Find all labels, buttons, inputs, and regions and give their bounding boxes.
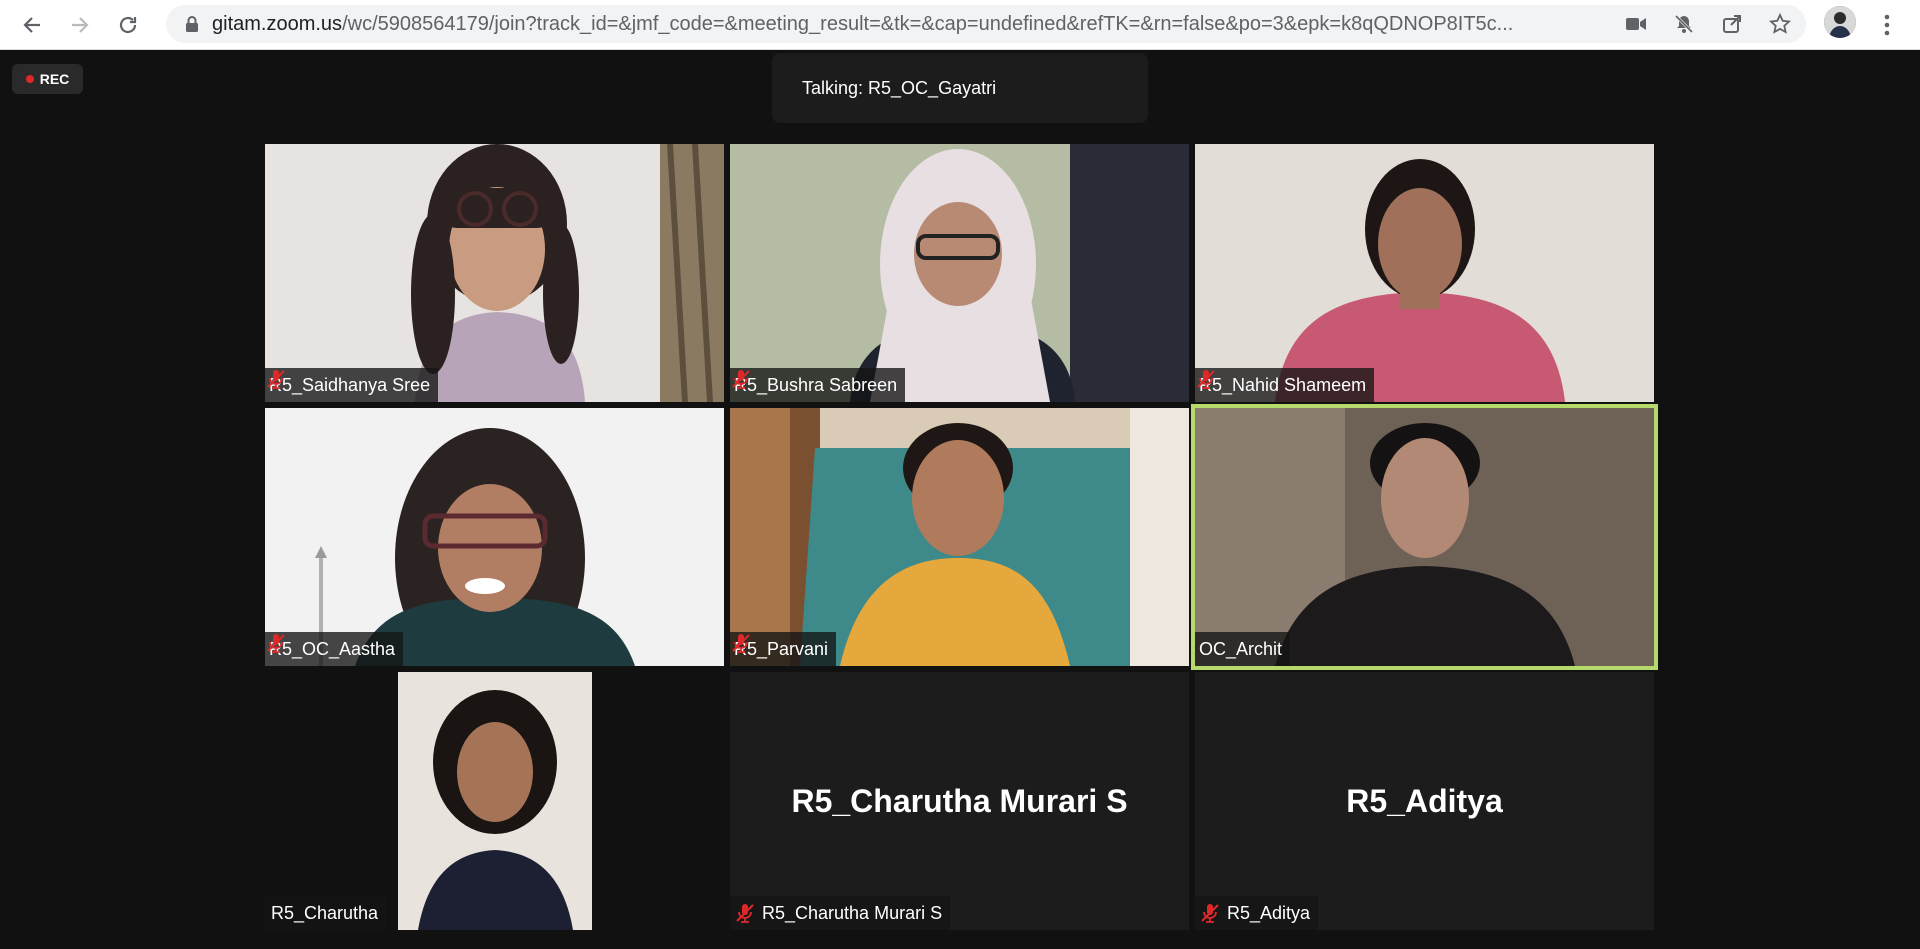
video-tile[interactable]: R5_Saidhanya Sree (265, 144, 724, 402)
participant-video (1195, 408, 1654, 666)
video-tile-video-off[interactable]: R5_Charutha Murari S R5_Charutha Murari … (730, 672, 1189, 930)
url-host: gitam.zoom.us (212, 13, 343, 35)
participant-name-tag: R5_Charutha Murari S (730, 896, 951, 930)
video-tile-video-off[interactable]: R5_Aditya R5_Aditya (1195, 672, 1654, 930)
reload-icon (119, 16, 137, 34)
star-icon[interactable] (1768, 12, 1792, 36)
participant-display-name: R5_Charutha Murari S (791, 782, 1128, 819)
participant-video (265, 408, 724, 666)
participant-name: R5_Saidhanya Sree (269, 375, 431, 395)
talking-text: Talking: R5_OC_Gayatri (802, 77, 997, 98)
video-tile[interactable]: R5_OC_Aastha (265, 408, 724, 666)
participant-name-tag: R5_Nahid Shameem (1195, 368, 1375, 402)
participant-video (398, 672, 592, 930)
video-tile[interactable]: R5_Charutha (265, 672, 724, 930)
participant-name: R5_Charutha (271, 903, 379, 923)
talking-indicator: Talking: R5_OC_Gayatri (772, 53, 1148, 123)
participant-name-tag: R5_Bushra Sabreen (730, 368, 906, 402)
forward-button[interactable] (64, 9, 96, 41)
participant-name-tag: OC_Archit (1195, 632, 1291, 666)
participant-video (730, 144, 1189, 402)
participant-name-tag: R5_OC_Aastha (265, 632, 404, 666)
menu-icon[interactable] (1876, 9, 1898, 41)
participant-video (730, 408, 1189, 666)
participant-video (1195, 144, 1654, 402)
video-tile[interactable]: R5_Parvani (730, 408, 1189, 666)
browser-toolbar: gitam.zoom.us/wc/5908564179/join?track_i… (0, 0, 1920, 50)
muted-mic-icon (267, 370, 285, 389)
participant-video (265, 144, 724, 402)
back-button[interactable] (16, 9, 48, 41)
muted-mic-icon (1197, 370, 1215, 389)
participant-name-tag: R5_Parvani (730, 632, 837, 666)
recording-indicator: REC (12, 64, 83, 94)
participant-name: R5_Nahid Shameem (1199, 375, 1367, 395)
participant-display-name: R5_Aditya (1346, 782, 1503, 819)
address-bar[interactable]: gitam.zoom.us/wc/5908564179/join?track_i… (166, 5, 1806, 43)
arrow-left-icon (23, 17, 40, 33)
participant-name-tag: R5_Saidhanya Sree (265, 368, 439, 402)
arrow-right-icon (72, 17, 89, 33)
participant-name-tag: R5_Charutha (265, 896, 387, 930)
participant-name-tag: R5_Aditya (1195, 896, 1319, 930)
participant-name: OC_Archit (1199, 639, 1283, 659)
video-tile-active-speaker[interactable]: OC_Archit (1191, 404, 1658, 670)
muted-mic-icon (732, 634, 750, 653)
record-dot-icon (25, 75, 34, 83)
share-icon[interactable] (1720, 12, 1744, 36)
url-text[interactable]: gitam.zoom.us/wc/5908564179/join?track_i… (212, 5, 1652, 43)
muted-mic-icon (267, 634, 285, 653)
video-tile[interactable]: R5_Bushra Sabreen (730, 144, 1189, 402)
lock-icon[interactable] (180, 12, 204, 36)
muted-mic-icon (736, 904, 754, 923)
profile-avatar[interactable] (1824, 6, 1856, 38)
camera-icon[interactable] (1624, 12, 1648, 36)
notifications-blocked-icon[interactable] (1672, 12, 1696, 36)
muted-mic-icon (1201, 904, 1219, 923)
participant-name: R5_Aditya (1227, 903, 1311, 923)
rec-label: REC (39, 71, 70, 87)
url-path: /wc/5908564179/join?track_id=&jmf_code=&… (342, 13, 1514, 35)
muted-mic-icon (732, 370, 750, 389)
video-tile[interactable]: R5_Nahid Shameem (1195, 144, 1654, 402)
participant-name: R5_Bushra Sabreen (734, 375, 898, 395)
reload-button[interactable] (112, 9, 144, 41)
participant-name: R5_Charutha Murari S (762, 903, 943, 923)
participant-name: R5_OC_Aastha (269, 639, 396, 659)
